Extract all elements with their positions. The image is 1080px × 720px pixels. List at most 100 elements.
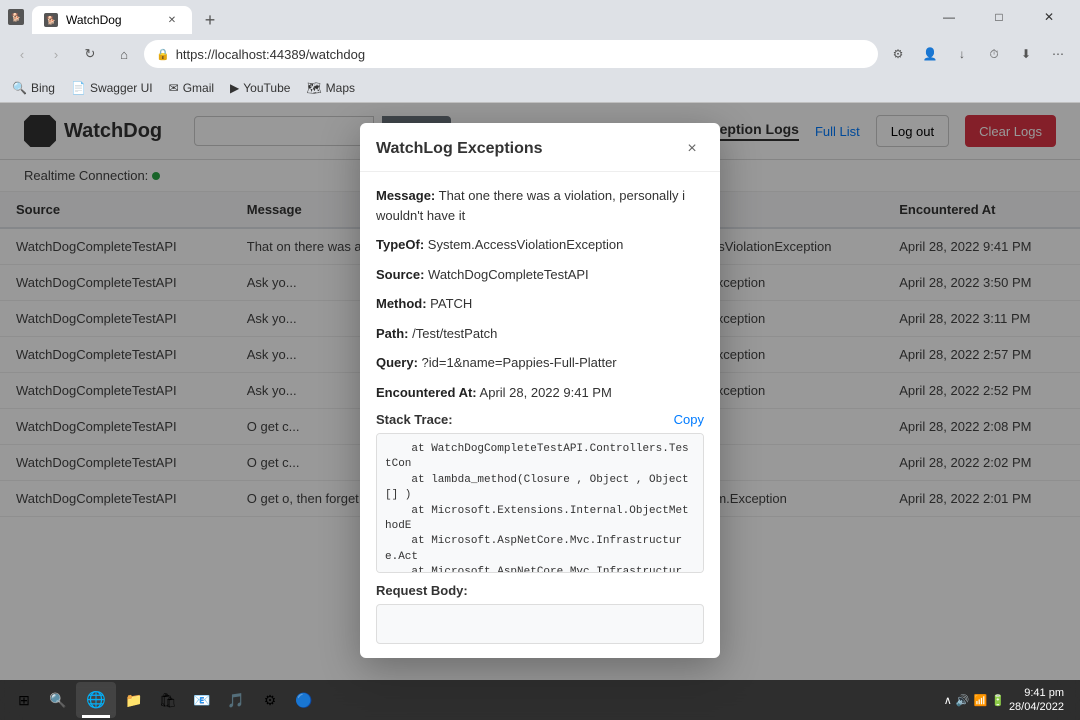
modal-message-field: Message: That one there was a violation,…: [376, 186, 704, 225]
query-label: Query:: [376, 355, 418, 370]
request-body-content: [376, 604, 704, 644]
taskbar-browser-app[interactable]: 🌐: [76, 682, 116, 718]
encountered-value: April 28, 2022 9:41 PM: [480, 385, 612, 400]
modal-method-field: Method: PATCH: [376, 294, 704, 314]
bookmark-gmail-label: Gmail: [183, 81, 214, 95]
lock-icon: 🔒: [156, 48, 170, 61]
path-label: Path:: [376, 326, 409, 341]
typeof-value: System.AccessViolationException: [428, 237, 624, 252]
tray-battery[interactable]: 🔋: [991, 694, 1005, 707]
home-button[interactable]: ⌂: [110, 40, 138, 68]
back-button[interactable]: ‹: [8, 40, 36, 68]
encountered-label: Encountered At:: [376, 385, 477, 400]
tab-title: WatchDog: [66, 13, 122, 27]
taskbar-app4-icon[interactable]: 🔵: [288, 684, 320, 716]
gmail-icon: ✉: [169, 81, 179, 95]
app1-icon: 📧: [193, 692, 210, 709]
taskbar-search-button[interactable]: 🔍: [42, 684, 74, 716]
history-button[interactable]: ⏱: [980, 40, 1008, 68]
minimize-button[interactable]: —: [926, 0, 972, 34]
maximize-button[interactable]: □: [976, 0, 1022, 34]
bookmark-bing-label: Bing: [31, 81, 55, 95]
extensions-button[interactable]: ⚙: [884, 40, 912, 68]
taskbar: ⊞ 🔍 🌐 📁 🛍 📧 🎵 ⚙ 🔵 ∧ 🔊 📶: [0, 680, 1080, 720]
address-bar[interactable]: 🔒 https://localhost:44389/watchdog: [144, 40, 878, 68]
modal-overlay[interactable]: WatchLog Exceptions × Message: That one …: [0, 103, 1080, 720]
modal-encountered-field: Encountered At: April 28, 2022 9:41 PM: [376, 383, 704, 403]
swagger-icon: 📄: [71, 81, 86, 95]
tray-clock: 9:41 pm 28/04/2022: [1009, 686, 1064, 715]
taskbar-store-icon[interactable]: 🛍: [152, 684, 184, 716]
taskbar-files-icon[interactable]: 📁: [118, 684, 150, 716]
source-value: WatchDogCompleteTestAPI: [428, 267, 589, 282]
browser-toolbar: ‹ › ↻ ⌂ 🔒 https://localhost:44389/watchd…: [0, 34, 1080, 74]
app2-icon: 🎵: [227, 692, 244, 709]
typeof-label: TypeOf:: [376, 237, 424, 252]
forward-button[interactable]: ›: [42, 40, 70, 68]
browser-app-icon: 🌐: [86, 690, 106, 710]
start-icon: ⊞: [18, 692, 30, 709]
maps-icon: 🗺: [306, 81, 321, 95]
stack-trace-content: at WatchDogCompleteTestAPI.Controllers.T…: [376, 433, 704, 573]
active-app-indicator: [82, 715, 110, 718]
modal-typeof-field: TypeOf: System.AccessViolationException: [376, 235, 704, 255]
method-value: PATCH: [430, 296, 472, 311]
bing-icon: 🔍: [12, 81, 27, 95]
toolbar-actions: ⚙ 👤 ↓ ⏱ ⬇ ⋯: [884, 40, 1072, 68]
bookmark-maps-label: Maps: [326, 81, 355, 95]
active-tab[interactable]: 🐕 WatchDog ✕: [32, 6, 192, 34]
tray-chevron[interactable]: ∧: [944, 694, 952, 707]
query-value: ?id=1&name=Pappies-Full-Platter: [422, 355, 617, 370]
bookmark-maps[interactable]: 🗺 Maps: [306, 81, 355, 95]
stack-trace-label: Stack Trace:: [376, 412, 453, 427]
browser-chrome: 🐕 🐕 WatchDog ✕ + — □ ✕ ‹ › ↻ ⌂: [0, 0, 1080, 103]
bookmark-gmail[interactable]: ✉ Gmail: [169, 81, 214, 95]
modal-body: Message: That one there was a violation,…: [360, 172, 720, 658]
copy-button[interactable]: Copy: [674, 412, 704, 427]
modal-query-field: Query: ?id=1&name=Pappies-Full-Platter: [376, 353, 704, 373]
url-text: https://localhost:44389/watchdog: [176, 47, 365, 62]
browser-tab-icon: 🐕: [8, 9, 24, 25]
menu-button[interactable]: ⋯: [1044, 40, 1072, 68]
profile-button[interactable]: 👤: [916, 40, 944, 68]
bookmark-youtube-label: YouTube: [243, 81, 290, 95]
store-icon: 🛍: [159, 692, 177, 709]
youtube-icon: ▶: [230, 81, 239, 95]
tab-close-button[interactable]: ✕: [164, 12, 180, 28]
bookmark-youtube[interactable]: ▶ YouTube: [230, 81, 290, 95]
update-button[interactable]: ↓: [948, 40, 976, 68]
bookmark-bing[interactable]: 🔍 Bing: [12, 81, 55, 95]
tray-volume[interactable]: 🔊: [956, 694, 970, 707]
bookmark-swagger[interactable]: 📄 Swagger UI: [71, 81, 153, 95]
modal-close-button[interactable]: ×: [680, 137, 704, 161]
search-icon: 🔍: [49, 692, 66, 709]
app3-icon: ⚙: [264, 692, 277, 709]
taskbar-app3-icon[interactable]: ⚙: [254, 684, 286, 716]
taskbar-app2-icon[interactable]: 🎵: [220, 684, 252, 716]
browser-titlebar: 🐕 🐕 WatchDog ✕ + — □ ✕: [0, 0, 1080, 34]
modal-title: WatchLog Exceptions: [376, 140, 543, 158]
message-label: Message:: [376, 188, 435, 203]
clock-date: 28/04/2022: [1009, 700, 1064, 714]
files-icon: 📁: [125, 692, 142, 709]
tab-favicon: 🐕: [44, 13, 58, 27]
exception-modal: WatchLog Exceptions × Message: That one …: [360, 123, 720, 658]
modal-header: WatchLog Exceptions ×: [360, 123, 720, 172]
source-label: Source:: [376, 267, 424, 282]
taskbar-tray: ∧ 🔊 📶 🔋 9:41 pm 28/04/2022: [936, 686, 1072, 715]
downloads-button[interactable]: ⬇: [1012, 40, 1040, 68]
stack-trace-section: Stack Trace: Copy at WatchDogCompleteTes…: [376, 412, 704, 573]
bookmark-swagger-label: Swagger UI: [90, 81, 153, 95]
stack-trace-header: Stack Trace: Copy: [376, 412, 704, 427]
taskbar-app1-icon[interactable]: 📧: [186, 684, 218, 716]
clock-time: 9:41 pm: [1009, 686, 1064, 700]
page-content: WatchDog Search Request Logs Exception L…: [0, 103, 1080, 720]
tray-network[interactable]: 📶: [974, 694, 988, 707]
modal-source-field: Source: WatchDogCompleteTestAPI: [376, 265, 704, 285]
window-controls: — □ ✕: [926, 0, 1072, 34]
taskbar-start-button[interactable]: ⊞: [8, 684, 40, 716]
close-button[interactable]: ✕: [1026, 0, 1072, 34]
reload-button[interactable]: ↻: [76, 40, 104, 68]
app4-icon: 🔵: [295, 692, 312, 709]
new-tab-button[interactable]: +: [196, 6, 224, 34]
